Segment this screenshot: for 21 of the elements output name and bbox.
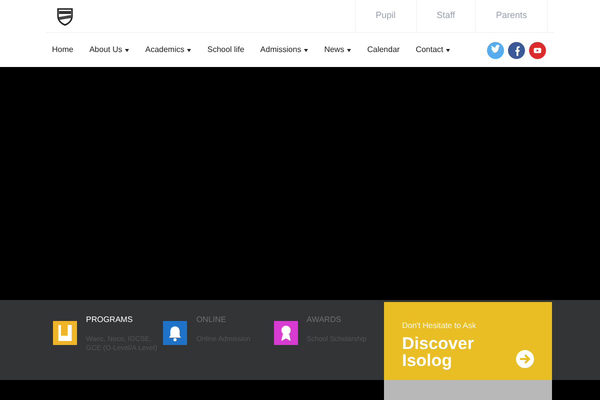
youtube-icon[interactable]: [529, 42, 546, 58]
nav-link[interactable]: School life: [201, 44, 250, 56]
crest-logo[interactable]: [55, 6, 75, 26]
cta-title: Discover Isolog: [402, 335, 475, 369]
nav-link[interactable]: News: [318, 44, 358, 56]
caret-icon: [446, 48, 450, 52]
facebook-icon[interactable]: [508, 42, 525, 58]
nav-link[interactable]: Calendar: [361, 44, 406, 56]
caret-icon: [304, 48, 308, 52]
feature-title: AWARDS: [306, 314, 342, 326]
caret-icon: [187, 48, 192, 52]
feature-title: PROGRAMS: [86, 314, 134, 326]
cta-subtitle: Don't Hesitate to Ask: [402, 320, 478, 332]
nav-link[interactable]: Contact: [410, 44, 456, 56]
nav-link[interactable]: Home: [46, 44, 80, 56]
nav-link[interactable]: About Us: [83, 44, 136, 56]
nav-link[interactable]: Academics: [139, 44, 198, 56]
nav-link[interactable]: Admissions: [254, 44, 314, 56]
caret-icon: [347, 48, 352, 52]
caret-icon: [125, 48, 130, 52]
feature-title: ONLINE: [196, 314, 228, 326]
